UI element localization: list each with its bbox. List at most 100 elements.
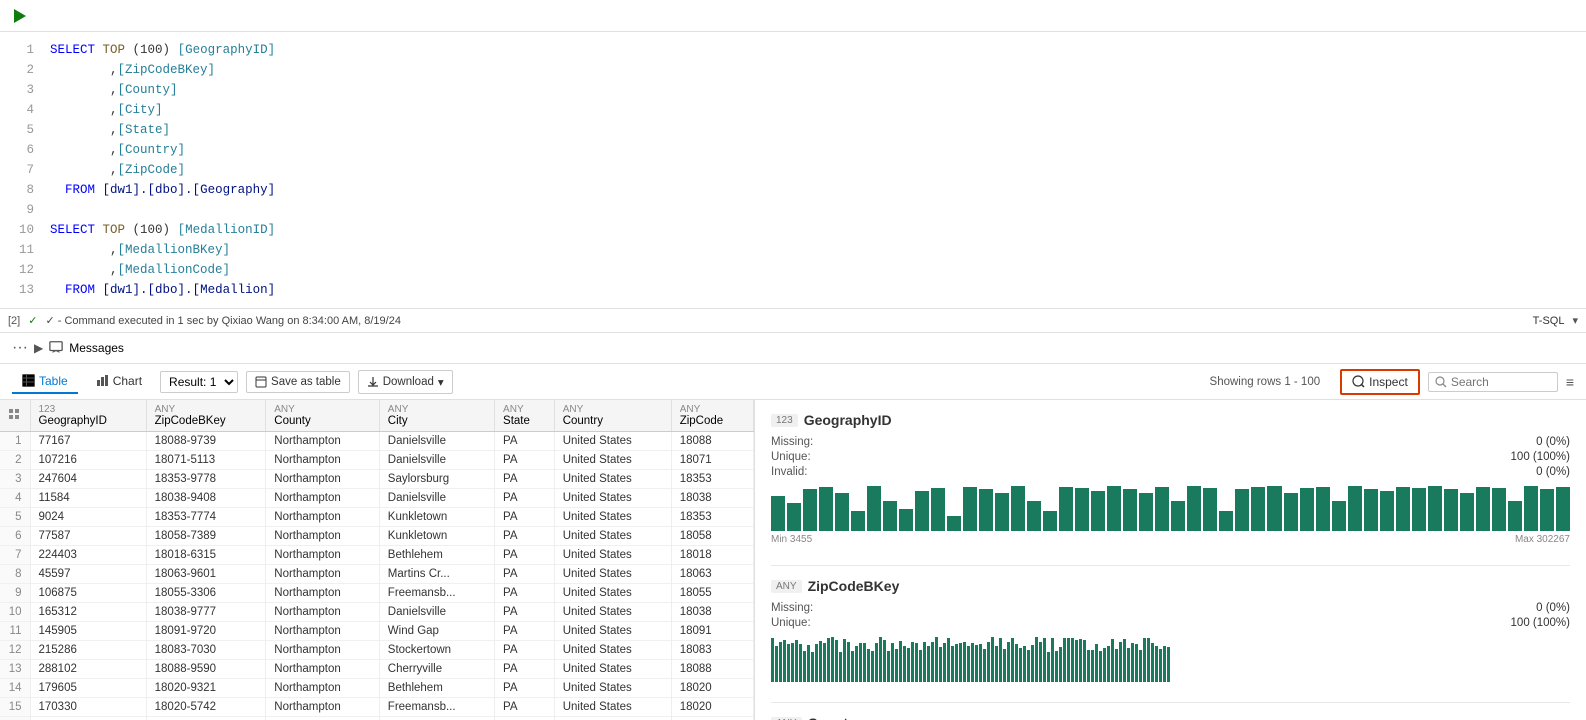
histogram-bar (899, 641, 902, 682)
histogram-bar (835, 640, 838, 682)
histogram-bar (1067, 638, 1070, 682)
histogram-bar (1023, 646, 1026, 682)
histogram-bar (1203, 488, 1217, 531)
type-badge-zip: ANY (771, 580, 802, 593)
code-line-9: 9 (0, 200, 1586, 220)
stat-missing-geo: Missing: 0 (0%) (771, 436, 1570, 448)
histogram-bar (1460, 493, 1474, 531)
histogram-bar (1444, 489, 1458, 531)
table-row: 1517033018020-5742NorthamptonFreemansb..… (0, 698, 754, 717)
col-header-zipcodebkey: ANYZipCodeBKey (146, 400, 266, 432)
table-tab[interactable]: Table (12, 370, 78, 394)
histogram-bar (963, 642, 966, 682)
expand-icon[interactable]: ▶ (34, 341, 43, 355)
table-row: 17716718088-9739NorthamptonDanielsvilleP… (0, 432, 754, 451)
histogram-bar (1095, 644, 1098, 682)
histogram-bar (903, 646, 906, 682)
histogram-bar (1071, 638, 1074, 682)
histogram-bar (1316, 487, 1330, 531)
run-icon (14, 9, 26, 23)
histogram-bar (1059, 487, 1073, 531)
histogram-bar (1047, 652, 1050, 682)
histogram-bar (915, 491, 929, 531)
table-row: 1619334118013-4617NorthamptonMartins Cr.… (0, 717, 754, 720)
section-divider-2 (771, 702, 1570, 703)
histogram-bar (1187, 486, 1201, 531)
histogram-bar (991, 637, 994, 682)
histogram-bar (771, 496, 785, 531)
type-badge-county: ANY (771, 717, 802, 720)
histogram-zip (771, 637, 1570, 682)
histogram-bar (799, 644, 802, 682)
table-row: 1221528618083-7030NorthamptonStockertown… (0, 641, 754, 660)
histogram-bar (971, 643, 974, 682)
col-header-city: ANYCity (379, 400, 494, 432)
search-input[interactable] (1451, 375, 1551, 389)
histogram-bar (835, 493, 849, 531)
histogram-bar (995, 493, 1009, 531)
top-toolbar (0, 0, 1586, 32)
chevron-down-icon[interactable]: ▾ (1572, 314, 1578, 327)
inspect-section-zipcodebkey: ANY ZipCodeBKey Missing: 0 (0%) Unique: … (771, 578, 1570, 682)
histogram-bar (967, 646, 970, 682)
histogram-bar (1027, 650, 1030, 682)
histogram-bar (1019, 648, 1022, 682)
histogram-bar (1267, 486, 1281, 531)
histogram-bar (1167, 647, 1170, 682)
histogram-bar (1063, 638, 1066, 682)
chart-tab[interactable]: Chart (86, 370, 152, 394)
save-table-icon (255, 376, 267, 388)
col-name-geographyid: GeographyID (804, 412, 892, 428)
histogram-bar (791, 643, 794, 682)
histogram-bar (1348, 486, 1362, 531)
histogram-bar (1123, 489, 1137, 531)
table-row: 910687518055-3306NorthamptonFreemansb...… (0, 584, 754, 603)
histogram-bar (987, 642, 990, 682)
table-row: 67758718058-7389NorthamptonKunkletownPAU… (0, 527, 754, 546)
save-as-table-button[interactable]: Save as table (246, 371, 350, 393)
filter-button[interactable]: ≡ (1566, 374, 1574, 390)
histogram-bar (827, 638, 830, 682)
dropdown-chevron: ▾ (438, 375, 444, 389)
code-line-3: 3 ,[County] (0, 80, 1586, 100)
histogram-bar (1119, 642, 1122, 682)
code-line-8: 8 FROM [dw1].[dbo].[Geography] (0, 180, 1586, 200)
bar-chart-geographyid: Min 3455 Max 302267 (771, 486, 1570, 545)
status-check-icon: ✓ (28, 314, 37, 327)
histogram-bar (979, 644, 982, 682)
col-header-zipcode: ANYZipCode (671, 400, 753, 432)
histogram-bar (935, 637, 938, 682)
download-button[interactable]: Download ▾ (358, 370, 453, 394)
histogram-bar (995, 646, 998, 682)
message-icon (49, 340, 63, 357)
type-badge-geographyid: 123 (771, 414, 798, 427)
histogram-bar (1171, 501, 1185, 531)
histogram-bar (983, 649, 986, 682)
chart-range-geo: Min 3455 Max 302267 (771, 534, 1570, 545)
histogram-bar (907, 648, 910, 682)
histogram-bar (1284, 493, 1298, 531)
histogram-bar (1091, 491, 1105, 531)
run-button[interactable] (8, 4, 32, 28)
ellipsis-button[interactable]: ··· (12, 339, 28, 357)
histogram-bar (783, 640, 786, 682)
inspect-button[interactable]: Inspect (1340, 369, 1420, 395)
grid-icon (8, 408, 20, 420)
table-row: 84559718063-9601NorthamptonMartins Cr...… (0, 565, 754, 584)
histogram-bar (1123, 639, 1126, 682)
histogram-bar (951, 646, 954, 682)
result-select[interactable]: Result: 1 Result: 2 (160, 371, 238, 393)
table-row: 1328810218088-9590NorthamptonCherryville… (0, 660, 754, 679)
histogram-bar (775, 646, 778, 682)
histogram-bar (1059, 647, 1062, 682)
col-header-rownum (0, 400, 30, 432)
histogram-bar (955, 644, 958, 682)
histogram-bar (1011, 638, 1014, 682)
histogram-bar (1147, 638, 1150, 682)
histogram-bar (947, 516, 961, 531)
table-row: 324760418353-9778NorthamptonSaylorsburgP… (0, 470, 754, 489)
col-header-country: ANYCountry (554, 400, 671, 432)
data-table-container: 123GeographyID ANYZipCodeBKey ANYCounty … (0, 400, 755, 720)
histogram-bar (899, 509, 913, 531)
histogram-bar (847, 642, 850, 682)
